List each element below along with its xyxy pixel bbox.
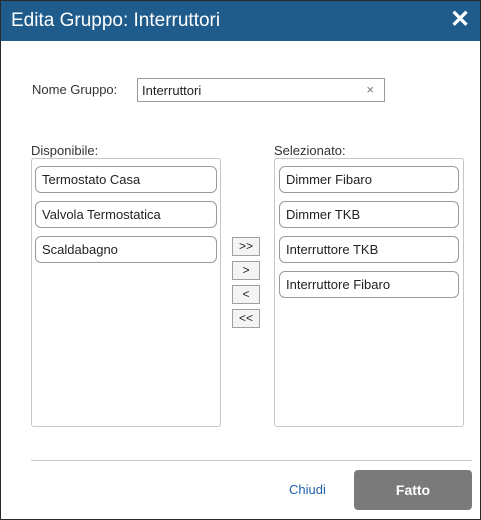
- done-button[interactable]: Fatto: [354, 470, 472, 510]
- selected-label: Selezionato:: [274, 143, 346, 158]
- clear-input-icon[interactable]: ×: [366, 82, 374, 98]
- available-label: Disponibile:: [31, 143, 99, 158]
- dialog-titlebar: Edita Gruppo: Interruttori ✕: [1, 1, 480, 41]
- group-name-label: Nome Gruppo:: [32, 82, 118, 97]
- selected-item[interactable]: Interruttore Fibaro: [279, 271, 459, 298]
- available-item[interactable]: Valvola Termostatica: [35, 201, 217, 228]
- add-all-button[interactable]: >>: [232, 237, 260, 256]
- selected-list[interactable]: Dimmer Fibaro Dimmer TKB Interruttore TK…: [274, 158, 464, 427]
- selected-item[interactable]: Interruttore TKB: [279, 236, 459, 263]
- remove-button[interactable]: <: [232, 285, 260, 304]
- footer-divider: [31, 460, 472, 461]
- add-button[interactable]: >: [232, 261, 260, 280]
- remove-all-button[interactable]: <<: [232, 309, 260, 328]
- group-name-field[interactable]: ×: [137, 78, 385, 102]
- group-name-input[interactable]: [142, 80, 347, 100]
- selected-item[interactable]: Dimmer TKB: [279, 201, 459, 228]
- close-link[interactable]: Chiudi: [289, 482, 326, 497]
- available-item[interactable]: Termostato Casa: [35, 166, 217, 193]
- dialog-title: Edita Gruppo: Interruttori: [11, 10, 221, 31]
- selected-item[interactable]: Dimmer Fibaro: [279, 166, 459, 193]
- available-list[interactable]: Termostato Casa Valvola Termostatica Sca…: [31, 158, 221, 427]
- edit-group-dialog: Edita Gruppo: Interruttori ✕ Nome Gruppo…: [0, 0, 481, 520]
- available-item[interactable]: Scaldabagno: [35, 236, 217, 263]
- close-icon[interactable]: ✕: [446, 6, 474, 34]
